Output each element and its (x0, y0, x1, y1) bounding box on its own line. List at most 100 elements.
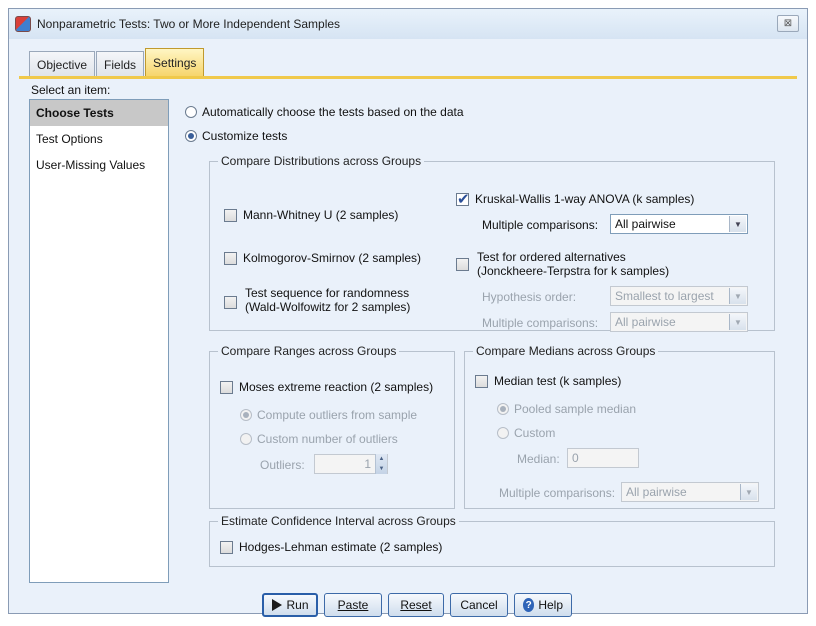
median-test-checkbox[interactable] (475, 375, 488, 388)
kolmogorov-option[interactable]: Kolmogorov-Smirnov (2 samples) (224, 251, 421, 265)
auto-choose-option[interactable]: Automatically choose the tests based on … (185, 105, 464, 119)
cancel-button-label: Cancel (460, 598, 498, 612)
custom-outliers-option[interactable]: Custom number of outliers (240, 432, 398, 446)
help-icon: ? (523, 598, 535, 612)
chevron-down-icon[interactable]: ▼ (740, 484, 757, 500)
mann-whitney-option[interactable]: Mann-Whitney U (2 samples) (224, 208, 398, 222)
tab-strip: Objective Fields Settings (29, 47, 205, 77)
button-bar: Run Paste Reset Cancel ? Help (262, 593, 578, 617)
hypothesis-order-value: Smallest to largest (615, 289, 714, 303)
paste-button[interactable]: Paste (324, 593, 382, 617)
kruskal-label: Kruskal-Wallis 1-way ANOVA (k samples) (475, 192, 695, 206)
ordered-line2: (Jonckheere-Terpstra for k samples) (477, 264, 670, 278)
distributions-group-title: Compare Distributions across Groups (218, 154, 425, 168)
compute-outliers-radio[interactable] (240, 409, 252, 421)
hodges-lehman-checkbox[interactable] (220, 541, 233, 554)
outliers-label: Outliers: (260, 458, 305, 472)
reset-button[interactable]: Reset (388, 593, 444, 617)
stepper-down-icon[interactable]: ▼ (379, 466, 385, 472)
outliers-value: 1 (364, 457, 371, 471)
ranges-group: Compare Ranges across Groups Moses extre… (209, 344, 455, 509)
mann-whitney-label: Mann-Whitney U (2 samples) (243, 208, 399, 222)
moses-checkbox[interactable] (220, 381, 233, 394)
tab-settings[interactable]: Settings (145, 48, 205, 77)
confidence-group: Estimate Confidence Interval across Grou… (209, 514, 775, 567)
runs-test-line2: (Wald-Wolfowitz for 2 samples) (245, 300, 411, 314)
distributions-group: Compare Distributions across Groups Mann… (209, 154, 775, 332)
sidebar-item-test-options[interactable]: Test Options (30, 126, 168, 152)
median-test-option[interactable]: Median test (k samples) (475, 374, 621, 388)
auto-choose-radio[interactable] (185, 106, 197, 118)
runs-test-line1: Test sequence for randomness (245, 286, 410, 300)
hypothesis-order-select[interactable]: Smallest to largest ▼ (610, 286, 748, 306)
run-button-label: Run (286, 598, 309, 612)
checkmark-icon: ✔ (457, 191, 470, 208)
median-multiple-comparisons-select[interactable]: All pairwise ▼ (621, 482, 759, 502)
pooled-median-radio[interactable] (497, 403, 509, 415)
auto-choose-label: Automatically choose the tests based on … (202, 105, 464, 119)
chevron-down-icon[interactable]: ▼ (729, 216, 746, 232)
stepper-up-icon[interactable]: ▲ (379, 456, 385, 462)
cancel-button[interactable]: Cancel (450, 593, 508, 617)
compute-outliers-option[interactable]: Compute outliers from sample (240, 408, 417, 422)
medians-group: Compare Medians across Groups Median tes… (464, 344, 775, 509)
multiple-comparisons-2-value: All pairwise (615, 315, 676, 329)
tab-objective[interactable]: Objective (29, 51, 96, 77)
runs-test-option[interactable]: Test sequence for randomness (Wald-Wolfo… (224, 286, 410, 314)
hodges-lehman-option[interactable]: Hodges-Lehman estimate (2 samples) (220, 540, 442, 554)
custom-median-radio[interactable] (497, 427, 509, 439)
multiple-comparisons-2-label: Multiple comparisons: (482, 316, 599, 330)
kolmogorov-checkbox[interactable] (224, 252, 237, 265)
multiple-comparisons-value: All pairwise (615, 217, 676, 231)
custom-median-label: Custom (514, 426, 556, 440)
medians-group-title: Compare Medians across Groups (473, 344, 659, 358)
run-button[interactable]: Run (262, 593, 318, 617)
multiple-comparisons-select[interactable]: All pairwise ▼ (610, 214, 748, 234)
play-icon (271, 599, 282, 611)
reset-button-label: Reset (400, 598, 432, 612)
customize-label: Customize tests (202, 129, 288, 143)
multiple-comparisons-2-select[interactable]: All pairwise ▼ (610, 312, 748, 332)
tab-fields[interactable]: Fields (96, 51, 145, 77)
multiple-comparisons-label: Multiple comparisons: (482, 218, 599, 232)
window-title: Nonparametric Tests: Two or More Indepen… (37, 17, 341, 31)
moses-option[interactable]: Moses extreme reaction (2 samples) (220, 380, 433, 394)
help-button[interactable]: ? Help (514, 593, 572, 617)
customize-radio[interactable] (185, 130, 197, 142)
app-icon (15, 16, 31, 32)
median-value: 0 (572, 451, 579, 465)
customize-option[interactable]: Customize tests (185, 129, 287, 143)
median-multiple-comparisons-label: Multiple comparisons: (499, 486, 616, 500)
runs-test-checkbox[interactable] (224, 296, 237, 309)
close-button[interactable]: ⊠ (777, 15, 799, 32)
custom-outliers-label: Custom number of outliers (257, 432, 398, 446)
ordered-line1: Test for ordered alternatives (477, 250, 626, 264)
custom-outliers-radio[interactable] (240, 433, 252, 445)
sidebar-item-choose-tests[interactable]: Choose Tests (30, 100, 168, 126)
kruskal-checkbox[interactable]: ✔ (456, 191, 470, 208)
sidebar-item-user-missing-values[interactable]: User-Missing Values (30, 152, 168, 178)
ranges-group-title: Compare Ranges across Groups (218, 344, 400, 358)
custom-median-option[interactable]: Custom (497, 426, 555, 440)
median-test-label: Median test (k samples) (494, 374, 622, 388)
kruskal-option[interactable]: ✔ Kruskal-Wallis 1-way ANOVA (k samples) (456, 191, 695, 208)
tab-divider (19, 76, 797, 79)
chevron-down-icon[interactable]: ▼ (729, 288, 746, 304)
compute-outliers-label: Compute outliers from sample (257, 408, 418, 422)
ordered-alternatives-checkbox[interactable] (456, 258, 469, 271)
chevron-down-icon[interactable]: ▼ (729, 314, 746, 330)
title-bar: Nonparametric Tests: Two or More Indepen… (9, 9, 807, 39)
mann-whitney-checkbox[interactable] (224, 209, 237, 222)
pooled-median-option[interactable]: Pooled sample median (497, 402, 636, 416)
median-label: Median: (517, 452, 560, 466)
pooled-median-label: Pooled sample median (514, 402, 637, 416)
select-item-heading: Select an item: (31, 83, 111, 97)
hodges-lehman-label: Hodges-Lehman estimate (2 samples) (239, 540, 443, 554)
confidence-group-title: Estimate Confidence Interval across Grou… (218, 514, 459, 528)
runs-test-label: Test sequence for randomness (Wald-Wolfo… (245, 286, 410, 314)
moses-label: Moses extreme reaction (2 samples) (239, 380, 434, 394)
median-input[interactable]: 0 (567, 448, 639, 468)
outliers-stepper[interactable]: ▲ ▼ (375, 454, 387, 474)
hypothesis-order-label: Hypothesis order: (482, 290, 577, 304)
ordered-alternatives-option[interactable]: Test for ordered alternatives (Jonckheer… (456, 250, 669, 278)
